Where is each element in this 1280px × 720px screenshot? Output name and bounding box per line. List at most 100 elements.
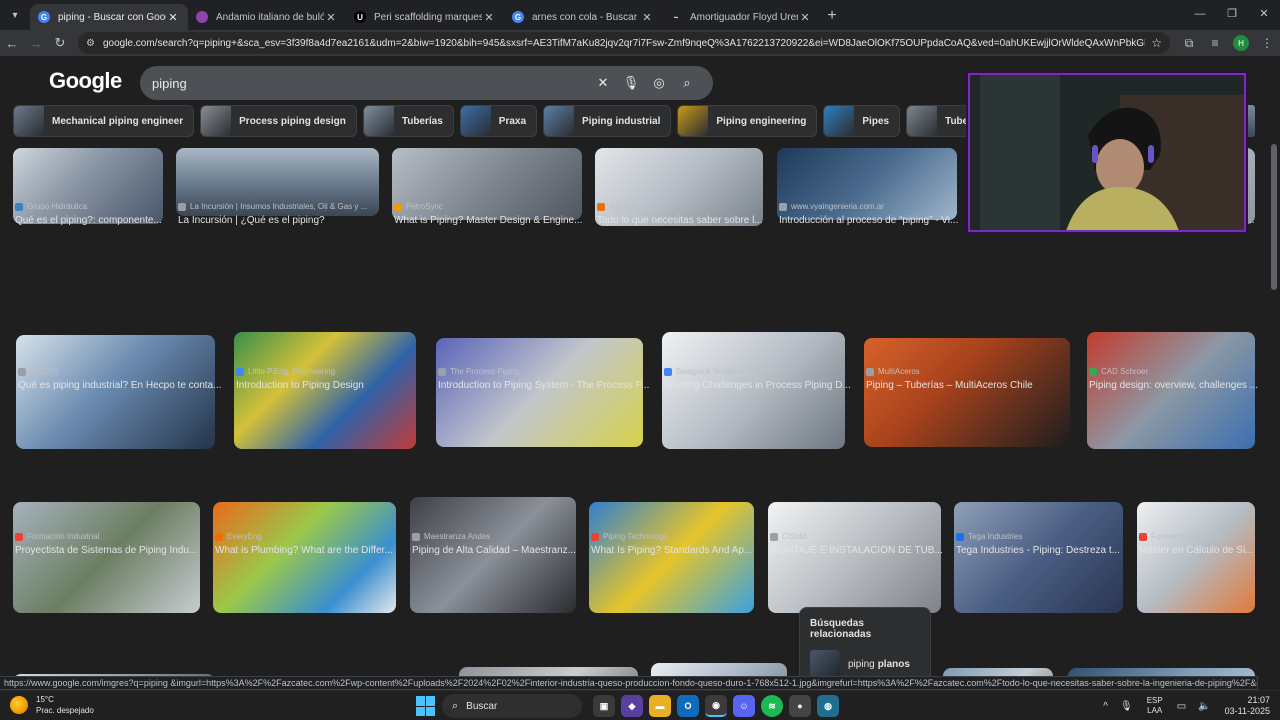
chip-6[interactable]: Pipes bbox=[823, 105, 901, 137]
new-tab-button[interactable]: + bbox=[820, 7, 844, 25]
minimize-icon[interactable]: — bbox=[1184, 0, 1216, 28]
result-title[interactable]: Proyectista de Sistemas de Piping Indu..… bbox=[15, 545, 208, 556]
related-search-item[interactable]: piping planos bbox=[810, 650, 920, 678]
outlook-icon[interactable]: O bbox=[677, 695, 699, 717]
result-source[interactable]: HECPO bbox=[18, 367, 227, 376]
result-source[interactable]: Formación Industrial bbox=[1139, 532, 1267, 541]
site-info-icon[interactable]: ⚙ bbox=[86, 38, 95, 49]
chip-3[interactable]: Praxa bbox=[459, 105, 538, 137]
network-icon[interactable]: ▭ bbox=[1177, 701, 1186, 712]
result-source[interactable]: MultiAceros bbox=[866, 367, 1082, 376]
result-source[interactable]: Piping Technology bbox=[591, 532, 766, 541]
tab-1[interactable]: Andamio italiano de bulón ✕ bbox=[188, 4, 346, 30]
result-source[interactable]: EveryEng bbox=[215, 532, 408, 541]
result-image[interactable] bbox=[13, 148, 163, 224]
taskbar-clock[interactable]: 21:07 03-11-2025 bbox=[1225, 695, 1270, 717]
result-title[interactable]: Todo lo que necesitas saber sobre l... bbox=[597, 215, 771, 226]
result-image[interactable] bbox=[213, 502, 396, 613]
tab-close-icon[interactable]: ✕ bbox=[166, 11, 180, 24]
result-source[interactable]: Grupo Hidráulica bbox=[15, 202, 175, 211]
network-app-icon[interactable]: ◍ bbox=[817, 695, 839, 717]
volume-icon[interactable]: 🔈 bbox=[1198, 701, 1210, 712]
result-title[interactable]: Qué es el piping?: componente... bbox=[15, 215, 171, 226]
discord-icon[interactable]: ☺ bbox=[733, 695, 755, 717]
result-title[interactable]: What is Piping? Master Design & Engine..… bbox=[394, 215, 590, 226]
weather-widget[interactable]: 15°C Prac. despejado bbox=[10, 694, 94, 716]
result-title[interactable]: What Is Piping? Standards And Ap... bbox=[591, 545, 762, 556]
google-logo[interactable]: Google bbox=[49, 68, 122, 94]
tab-2[interactable]: U Peri scaffolding marques riscal✕ bbox=[346, 4, 504, 30]
profile-avatar[interactable]: H bbox=[1233, 35, 1249, 51]
result-title[interactable]: MONTAJE E INSTALACIÓN DE TUB... bbox=[770, 545, 949, 556]
search-input[interactable]: piping bbox=[152, 76, 589, 91]
result-image[interactable] bbox=[1137, 502, 1255, 613]
result-title[interactable]: Introducción al proceso de “piping” - Vi… bbox=[779, 215, 965, 226]
result-source[interactable]: Maestranza Andes bbox=[412, 532, 588, 541]
chip-4[interactable]: Piping industrial bbox=[543, 105, 672, 137]
result-title[interactable]: Introduction to Piping Design bbox=[236, 380, 424, 391]
taskbar-search[interactable]: ⌕ Buscar bbox=[442, 694, 582, 718]
reload-icon[interactable]: ↻ bbox=[48, 35, 72, 51]
result-image[interactable] bbox=[954, 502, 1123, 613]
result-source[interactable]: PetroSync bbox=[394, 202, 594, 211]
result-title[interactable]: Piping design: overview, challenges ... bbox=[1089, 380, 1263, 391]
restore-icon[interactable]: ❐ bbox=[1216, 0, 1248, 28]
result-source[interactable]: Formación Industrial bbox=[15, 532, 212, 541]
result-source[interactable]: La Incursión | Insumos Industriales, Oil… bbox=[178, 202, 391, 211]
chip-0[interactable]: Mechanical piping engineer bbox=[13, 105, 195, 137]
file-explorer-icon[interactable]: ▬ bbox=[649, 695, 671, 717]
chrome-icon[interactable]: ◉ bbox=[705, 695, 727, 717]
tab-close-icon[interactable]: ✕ bbox=[324, 11, 338, 24]
store-app-icon[interactable]: ◆ bbox=[621, 695, 643, 717]
result-image[interactable] bbox=[13, 502, 200, 613]
tab-0[interactable]: Gpiping - Buscar con Google✕ bbox=[30, 4, 188, 30]
result-source[interactable]: Tega Industries bbox=[956, 532, 1135, 541]
forward-icon[interactable]: → bbox=[24, 36, 48, 51]
lens-icon[interactable]: ◎ bbox=[645, 75, 673, 91]
result-title[interactable]: Máster en Cálculo de Si... bbox=[1139, 545, 1263, 556]
bookmark-star-icon[interactable]: ☆ bbox=[1151, 36, 1162, 50]
tray-chevron-icon[interactable]: ^ bbox=[1103, 701, 1108, 712]
result-title[interactable]: La Incursión | ¿Qué es el piping? bbox=[178, 215, 387, 226]
tab-3[interactable]: Garnes con cola - Buscar con Go✕ bbox=[504, 4, 662, 30]
browser-menu-icon[interactable]: ⋮ bbox=[1254, 36, 1280, 50]
extensions-icon[interactable]: ⧉ bbox=[1176, 36, 1202, 51]
search-box[interactable]: piping ✕ 🎙 ◎ ⌕ bbox=[140, 66, 713, 100]
tab-close-icon[interactable]: ✕ bbox=[482, 11, 496, 24]
result-title[interactable]: What is Plumbing? What are the Differ... bbox=[215, 545, 404, 556]
result-title[interactable]: Qué es piping industrial? En Hecpo te co… bbox=[18, 380, 223, 391]
back-icon[interactable]: ← bbox=[0, 36, 24, 51]
language-indicator[interactable]: ESP LAA bbox=[1147, 696, 1163, 716]
result-source[interactable]: Little P.Eng. Engineering bbox=[236, 367, 428, 376]
spotify-icon[interactable]: ≋ bbox=[761, 695, 783, 717]
result-image[interactable] bbox=[16, 335, 215, 449]
result-source[interactable]: CAD Schroer bbox=[1089, 367, 1267, 376]
result-source[interactable]: The Process Piping bbox=[438, 367, 655, 376]
media-icon[interactable]: ≡ bbox=[1202, 36, 1228, 50]
obs-icon[interactable]: ● bbox=[789, 695, 811, 717]
microphone-icon[interactable]: 🎙 bbox=[617, 75, 645, 91]
result-source[interactable]: CISold bbox=[770, 532, 953, 541]
page-scrollbar[interactable] bbox=[1271, 144, 1277, 290]
tab-4[interactable]: ~ Amortiguador Floyd Urentano✕ bbox=[662, 4, 820, 30]
omnibox[interactable]: ⚙ google.com/search?q=piping+&sca_esv=3f… bbox=[78, 32, 1170, 54]
chip-2[interactable]: Tuberías bbox=[362, 105, 454, 137]
result-image[interactable] bbox=[589, 502, 754, 613]
result-source[interactable]: Azcatec bbox=[597, 202, 775, 211]
result-title[interactable]: Tega Industries - Piping: Destreza t... bbox=[956, 545, 1131, 556]
clear-icon[interactable]: ✕ bbox=[589, 75, 617, 91]
tab-close-icon[interactable]: ✕ bbox=[798, 11, 812, 24]
result-image[interactable] bbox=[436, 338, 643, 447]
task-view-icon[interactable]: ▣ bbox=[593, 695, 615, 717]
result-source[interactable]: www.vyaingenieria.com.ar bbox=[779, 202, 969, 211]
result-title[interactable]: Piping de Alta Calidad – Maestranz... bbox=[412, 545, 584, 556]
result-image[interactable] bbox=[864, 338, 1070, 447]
tray-mic-icon[interactable]: 🎙 bbox=[1120, 701, 1133, 712]
result-title[interactable]: Piping – Tuberías – MultiAceros Chile bbox=[866, 380, 1078, 391]
result-title[interactable]: Meeting Challenges in Process Piping D..… bbox=[664, 380, 853, 391]
tab-search-icon[interactable]: ▾ bbox=[4, 4, 26, 26]
chip-5[interactable]: Piping engineering bbox=[677, 105, 818, 137]
tab-close-icon[interactable]: ✕ bbox=[640, 11, 654, 24]
result-image[interactable] bbox=[768, 502, 941, 613]
chip-1[interactable]: Process piping design bbox=[200, 105, 357, 137]
